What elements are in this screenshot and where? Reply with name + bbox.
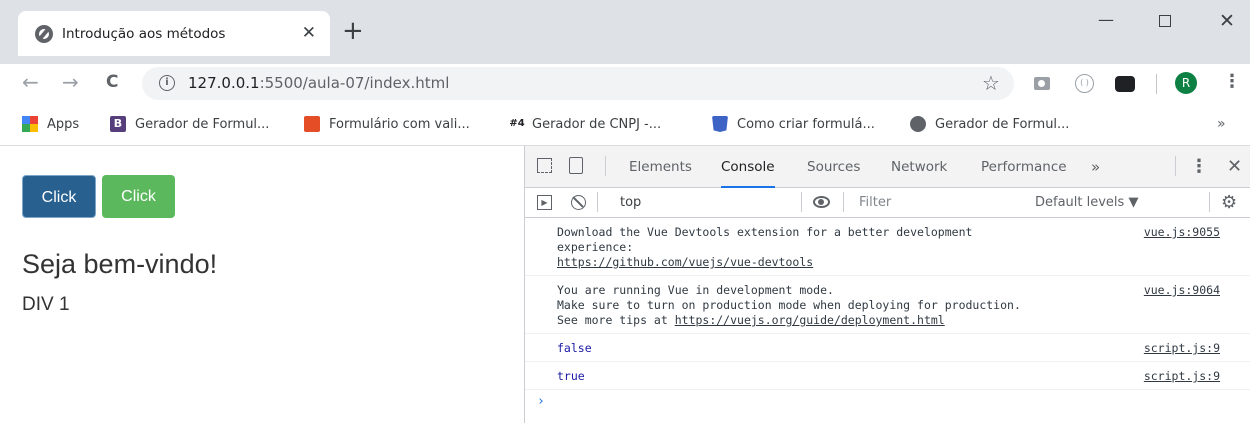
message-source-link[interactable]: vue.js:9055 [1144,225,1220,240]
address-bar[interactable]: i 127.0.0.1:5500/aula-07/index.html ☆ [142,67,1014,100]
console-message: false script.js:9 [525,334,1250,362]
gear-icon[interactable]: ⚙ [1221,192,1237,213]
profile-avatar[interactable]: R [1175,72,1197,94]
devtools-menu-kebab-icon[interactable]: ⋮ [1190,146,1208,188]
clear-console-icon[interactable] [571,195,586,210]
reload-button[interactable]: C [106,72,118,92]
bookmark-apps[interactable]: Apps [22,116,79,132]
minimize-button[interactable]: — [1098,10,1114,29]
browser-toolbar: ← → C i 127.0.0.1:5500/aula-07/index.htm… [0,64,1250,104]
console-filter-input[interactable] [851,191,1023,214]
html-icon [304,116,320,132]
message-text: You are running Vue in development mode.… [557,283,1127,328]
welcome-heading: Seja bem-vindo! [22,249,218,279]
extension-icon[interactable]: ( ) [1075,74,1094,93]
bookmark-item[interactable]: Gerador de Formul... [910,116,1069,132]
message-text: Download the Vue Devtools extension for … [557,225,1127,270]
console-prompt-icon[interactable]: › [525,390,1250,414]
html5-icon [712,116,728,132]
bookmark-item[interactable]: Como criar formulá... [712,116,875,132]
message-source-link[interactable]: script.js:9 [1144,369,1220,384]
bookmark-item[interactable]: Formulário com vali... [304,116,470,132]
url-text: 127.0.0.1:5500/aula-07/index.html [188,74,449,92]
console-message: true script.js:9 [525,362,1250,390]
tab-performance[interactable]: Performance [981,146,1067,188]
divider [843,192,844,212]
device-toolbar-icon[interactable] [569,157,583,174]
tab-sources[interactable]: Sources [807,146,860,188]
message-source-link[interactable]: vue.js:9064 [1144,283,1220,298]
toolbar-divider [1156,74,1157,94]
bookmark-label: Apps [47,116,80,132]
message-body: Download the Vue Devtools extension for … [557,225,973,254]
bookmarks-bar: Apps B Gerador de Formul... Formulário c… [0,104,1250,146]
maximize-button[interactable] [1159,15,1171,27]
console-output: Download the Vue Devtools extension for … [525,218,1250,423]
globe-icon [35,24,53,43]
tab-strip: Introdução aos métodos ✕ + — ✕ [0,0,1250,64]
inspect-element-icon[interactable] [537,158,552,173]
devtools-panel: Elements Console Sources Network Perform… [524,146,1250,423]
tab-close-icon[interactable]: ✕ [302,23,316,43]
bookmark-item[interactable]: #4 Gerador de CNPJ -... [508,116,661,132]
context-value: top [620,195,642,210]
click-button-success[interactable]: Click [102,175,175,218]
div-1-text: DIV 1 [22,294,70,315]
tab-network[interactable]: Network [891,146,947,188]
console-message: You are running Vue in development mode.… [525,276,1250,334]
camera-extension-icon[interactable] [1034,77,1050,90]
url-path: :5500/aula-07/index.html [259,74,450,92]
message-source-link[interactable]: script.js:9 [1144,341,1220,356]
bookmark-star-icon[interactable]: ☆ [982,71,1000,95]
message-link[interactable]: https://github.com/vuejs/vue-devtools [557,255,813,269]
message-link[interactable]: https://vuejs.org/guide/deployment.html [675,313,945,327]
back-button[interactable]: ← [22,70,39,94]
message-value: true [557,369,585,383]
console-message: Download the Vue Devtools extension for … [525,218,1250,276]
live-expression-eye-icon[interactable] [813,196,830,208]
hash-icon: #4 [509,118,525,129]
divider [605,156,606,176]
console-sidebar-icon[interactable]: ▶ [537,195,552,210]
page-content: Click Click Seja bem-vindo! DIV 1 [0,146,524,423]
bookmark-label: Formulário com vali... [329,116,470,132]
globe-icon [910,116,926,132]
bookmark-label: Gerador de Formul... [935,116,1070,132]
browser-tab[interactable]: Introdução aos métodos ✕ [18,11,330,56]
bootstrap-icon: B [110,116,126,132]
more-tabs-icon[interactable]: » [1091,146,1100,188]
bookmark-label: Gerador de Formul... [135,116,270,132]
bookmark-label: Como criar formulá... [737,116,875,132]
menu-kebab-icon[interactable]: ⋮ [1223,71,1241,92]
apps-icon [22,116,38,132]
bookmark-item[interactable]: B Gerador de Formul... [110,116,269,132]
new-tab-button[interactable]: + [342,18,364,44]
info-icon[interactable]: i [159,75,175,91]
more-bookmarks-icon[interactable]: » [1217,116,1226,132]
bookmark-label: Gerador de CNPJ -... [532,116,662,132]
window-close-button[interactable]: ✕ [1219,10,1235,32]
divider [1209,192,1210,212]
tab-console[interactable]: Console [721,146,775,188]
message-value: false [557,341,592,355]
tab-elements[interactable]: Elements [629,146,692,188]
devtools-tabbar: Elements Console Sources Network Perform… [525,146,1250,188]
extension-icon[interactable] [1115,76,1135,92]
context-selector[interactable]: top ▼ [608,188,866,217]
devtools-close-icon[interactable]: ✕ [1227,146,1242,188]
divider [597,192,598,212]
divider [801,192,802,212]
log-levels-dropdown[interactable]: Default levels ▼ [1035,188,1138,217]
forward-button[interactable]: → [62,70,79,94]
console-toolbar: ▶ top ▼ Default levels ▼ ⚙ [525,188,1250,218]
click-button-primary[interactable]: Click [22,175,96,218]
tab-title: Introdução aos métodos [62,25,226,42]
url-host: 127.0.0.1 [188,74,260,92]
divider [1175,156,1176,176]
